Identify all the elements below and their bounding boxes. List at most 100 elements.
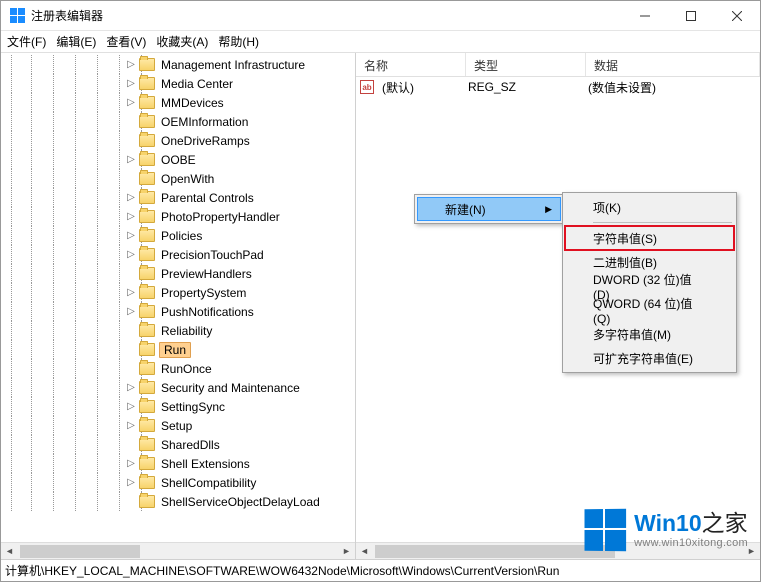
status-path: 计算机\HKEY_LOCAL_MACHINE\SOFTWARE\WOW6432N…: [5, 562, 559, 579]
ctx-submenu-item[interactable]: 项(K): [565, 195, 734, 219]
folder-icon: [139, 210, 155, 223]
expander-icon[interactable]: ▷: [125, 230, 137, 242]
tree-item[interactable]: Reliability: [1, 321, 355, 340]
expander-icon[interactable]: ▷: [125, 420, 137, 432]
folder-icon: [139, 324, 155, 337]
tree-item-label: Policies: [159, 229, 204, 243]
expander-icon[interactable]: ▷: [125, 154, 137, 166]
col-name[interactable]: 名称: [356, 53, 466, 76]
menu-view[interactable]: 查看(V): [106, 33, 146, 50]
tree-item[interactable]: ▷ Management Infrastructure: [1, 55, 355, 74]
tree-item-label: OneDriveRamps: [159, 134, 252, 148]
tree-item[interactable]: ▷ PushNotifications: [1, 302, 355, 321]
tree-item-label: PrecisionTouchPad: [159, 248, 266, 262]
tree-item-label: RunOnce: [159, 362, 214, 376]
tree-item[interactable]: ▷ Policies: [1, 226, 355, 245]
tree-item[interactable]: ▷OOBE: [1, 150, 355, 169]
folder-icon: [139, 248, 155, 261]
ctx-new[interactable]: 新建(N) ▶: [417, 197, 561, 221]
expander-icon[interactable]: ▷: [125, 458, 137, 470]
ctx-submenu-item[interactable]: 字符串值(S): [565, 226, 734, 250]
expander-icon: [125, 268, 137, 280]
expander-icon: [125, 135, 137, 147]
expander-icon[interactable]: ▷: [125, 192, 137, 204]
expander-icon[interactable]: ▷: [125, 401, 137, 413]
tree-item[interactable]: ▷ SettingSync: [1, 397, 355, 416]
context-menu: 新建(N) ▶: [414, 194, 564, 224]
folder-icon: [139, 191, 155, 204]
tree-item[interactable]: SharedDlls: [1, 435, 355, 454]
watermark-brand: Win10之家: [634, 512, 748, 535]
tree-item[interactable]: ▷ MMDevices: [1, 93, 355, 112]
tree-item-label: PushNotifications: [159, 305, 256, 319]
menu-help[interactable]: 帮助(H): [218, 33, 259, 50]
expander-icon[interactable]: ▷: [125, 382, 137, 394]
tree-item-label: Run: [159, 342, 191, 358]
scroll-right-icon[interactable]: ►: [338, 543, 355, 559]
tree-hscrollbar[interactable]: ◄ ►: [1, 542, 355, 559]
expander-icon[interactable]: ▷: [125, 59, 137, 71]
title-bar: 注册表编辑器: [1, 1, 760, 31]
ctx-submenu-label: 可扩充字符串值(E): [593, 350, 693, 367]
tree-item[interactable]: OEMInformation: [1, 112, 355, 131]
window-controls: [622, 1, 760, 30]
ctx-submenu-item[interactable]: 可扩充字符串值(E): [565, 346, 734, 370]
tree-item[interactable]: Run: [1, 340, 355, 359]
expander-icon[interactable]: ▷: [125, 477, 137, 489]
ctx-submenu-item[interactable]: QWORD (64 位)值(Q): [565, 298, 734, 322]
menu-favorites[interactable]: 收藏夹(A): [156, 33, 208, 50]
cell-type: REG_SZ: [464, 80, 584, 94]
tree-item[interactable]: ▷PhotoPropertyHandler: [1, 207, 355, 226]
tree-item[interactable]: ▷Parental Controls: [1, 188, 355, 207]
col-data[interactable]: 数据: [586, 53, 760, 76]
expander-icon[interactable]: ▷: [125, 97, 137, 109]
tree-item[interactable]: ▷Security and Maintenance: [1, 378, 355, 397]
folder-icon: [139, 96, 155, 109]
col-type[interactable]: 类型: [466, 53, 586, 76]
expander-icon[interactable]: ▷: [125, 249, 137, 261]
folder-icon: [139, 343, 155, 356]
tree-item[interactable]: RunOnce: [1, 359, 355, 378]
ctx-submenu-label: QWORD (64 位)值(Q): [593, 295, 706, 326]
list-header: 名称 类型 数据: [356, 53, 760, 77]
tree-item-label: MMDevices: [159, 96, 226, 110]
menu-edit[interactable]: 编辑(E): [56, 33, 96, 50]
folder-icon: [139, 495, 155, 508]
expander-icon[interactable]: ▷: [125, 78, 137, 90]
close-button[interactable]: [714, 1, 760, 30]
expander-icon: [125, 325, 137, 337]
menu-file[interactable]: 文件(F): [7, 33, 46, 50]
scroll-thumb[interactable]: [375, 545, 615, 558]
watermark: Win10之家 www.win10xitong.com: [584, 509, 748, 551]
tree-scroll[interactable]: ▷Management Infrastructure▷Media Center▷…: [1, 53, 355, 542]
tree-item[interactable]: ▷Media Center: [1, 74, 355, 93]
tree-item-label: SettingSync: [159, 400, 227, 414]
scroll-thumb[interactable]: [20, 545, 140, 558]
ctx-submenu-item[interactable]: 多字符串值(M): [565, 322, 734, 346]
folder-icon: [139, 153, 155, 166]
scroll-left-icon[interactable]: ◄: [356, 543, 373, 559]
expander-icon[interactable]: ▷: [125, 287, 137, 299]
tree-item[interactable]: ▷PropertySystem: [1, 283, 355, 302]
tree-item[interactable]: ShellServiceObjectDelayLoad: [1, 492, 355, 511]
minimize-button[interactable]: [622, 1, 668, 30]
expander-icon[interactable]: ▷: [125, 211, 137, 223]
tree-item-label: Reliability: [159, 324, 214, 338]
expander-icon[interactable]: ▷: [125, 306, 137, 318]
tree-item-label: Management Infrastructure: [159, 58, 307, 72]
tree-item-label: SharedDlls: [159, 438, 222, 452]
tree-item[interactable]: OpenWith: [1, 169, 355, 188]
tree-item[interactable]: OneDriveRamps: [1, 131, 355, 150]
app-icon: [9, 8, 25, 24]
tree-item[interactable]: ▷ PrecisionTouchPad: [1, 245, 355, 264]
folder-icon: [139, 438, 155, 451]
tree-item[interactable]: ▷Shell Extensions: [1, 454, 355, 473]
list-row[interactable]: ab(默认)REG_SZ(数值未设置): [356, 77, 760, 97]
tree-item[interactable]: ▷Setup: [1, 416, 355, 435]
tree-item[interactable]: ▷ShellCompatibility: [1, 473, 355, 492]
folder-icon: [139, 58, 155, 71]
scroll-left-icon[interactable]: ◄: [1, 543, 18, 559]
tree-item[interactable]: PreviewHandlers: [1, 264, 355, 283]
maximize-button[interactable]: [668, 1, 714, 30]
watermark-url: www.win10xitong.com: [634, 538, 748, 549]
